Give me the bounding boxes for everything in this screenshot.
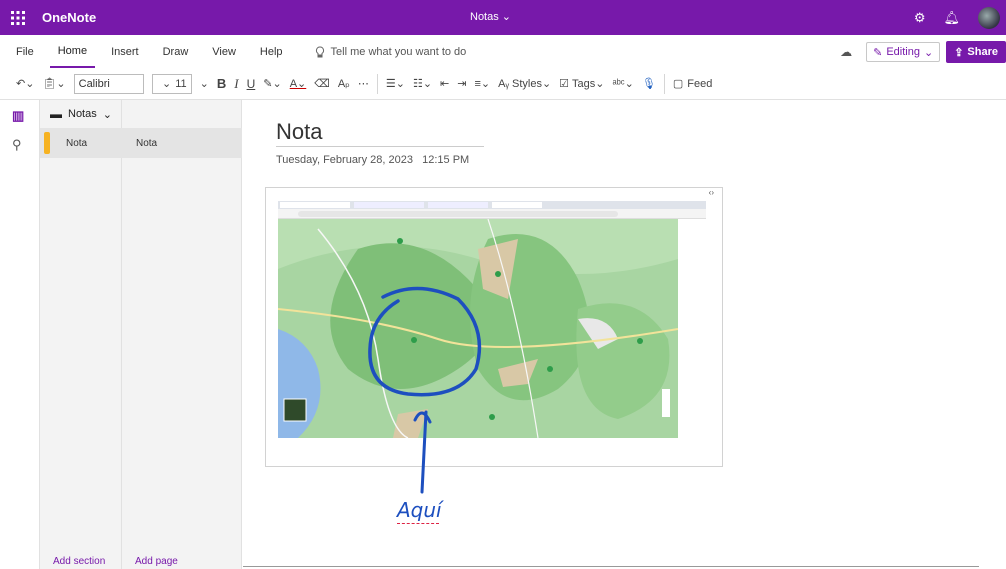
- undo-icon[interactable]: ↶⌄: [16, 77, 34, 90]
- add-section-button[interactable]: Add section: [53, 556, 105, 567]
- section-color-tab: [44, 132, 50, 154]
- pages-pane: [122, 100, 242, 569]
- map-image: [278, 219, 678, 438]
- styles-button[interactable]: Aᵧ Styles ⌄: [498, 77, 551, 91]
- outdent-icon[interactable]: ⇤: [440, 77, 449, 90]
- toolbar-separator: [663, 73, 665, 94]
- section-item[interactable]: Nota: [44, 130, 87, 156]
- notebook-title[interactable]: Notas ⌄: [470, 10, 511, 23]
- avatar[interactable]: [978, 6, 1000, 29]
- tell-me-box[interactable]: Tell me what you want to do: [315, 45, 467, 58]
- tags-button[interactable]: ☑ Tags ⌄: [559, 77, 604, 91]
- ink-arrow: [413, 410, 432, 494]
- menu-bar: File Home Insert Draw View Help Tell me …: [0, 35, 1006, 68]
- styles-label: Styles: [511, 77, 542, 90]
- chevron-down-icon: ⌄: [923, 46, 934, 59]
- page-date-text: Tuesday, February 28, 2023: [276, 154, 413, 166]
- menu-home[interactable]: Home: [49, 35, 96, 68]
- catchup-icon[interactable]: ☁: [840, 45, 852, 59]
- app-name[interactable]: OneNote: [42, 10, 96, 25]
- page-item[interactable]: Nota: [136, 130, 157, 156]
- title-bar: OneNote Notas ⌄ ⚙ 🔔︎: [0, 0, 1006, 35]
- menu-insert[interactable]: Insert: [103, 35, 147, 68]
- indent-icon[interactable]: ⇥: [457, 77, 466, 90]
- spelling-underline: [397, 521, 439, 524]
- chevron-down-icon: ⌄: [102, 108, 112, 121]
- tell-me-placeholder: Tell me what you want to do: [330, 45, 467, 58]
- ink-annotation-text: Aquí: [397, 498, 442, 522]
- bell-icon[interactable]: 🔔︎: [943, 10, 960, 26]
- text-effects-icon[interactable]: Aₚ: [338, 77, 350, 90]
- page-title[interactable]: Nota: [276, 119, 322, 145]
- share-label: Share: [967, 46, 998, 58]
- font-size-value: 11: [175, 77, 187, 90]
- more-icon[interactable]: ⋯: [358, 77, 369, 90]
- menu-file[interactable]: File: [8, 35, 42, 68]
- feed-button[interactable]: ▢ Feed: [673, 77, 713, 91]
- mic-icon[interactable]: 🎙︎: [642, 77, 656, 90]
- pencil-icon: ✎: [873, 46, 883, 59]
- dropdown-icon[interactable]: ⌄: [200, 77, 209, 90]
- waffle-icon[interactable]: [0, 0, 36, 35]
- page-bottom-divider: [243, 566, 979, 567]
- highlighter-icon[interactable]: ✎⌄: [263, 77, 281, 90]
- page-time-text: 12:15 PM: [422, 154, 470, 166]
- notebooks-icon[interactable]: ▥: [12, 108, 24, 124]
- page-name: Nota: [136, 137, 158, 149]
- menu-draw[interactable]: Draw: [155, 35, 197, 68]
- browser-url-bar: [278, 209, 706, 219]
- toolbar-separator: [376, 73, 378, 94]
- menu-view[interactable]: View: [204, 35, 244, 68]
- spelling-icon[interactable]: ᵃᵇᶜ⌄: [613, 77, 634, 90]
- font-size-box[interactable]: ⌄ 11: [151, 73, 192, 94]
- editing-label: Editing: [886, 46, 920, 58]
- clear-format-icon[interactable]: ⌫: [314, 77, 330, 90]
- bullets-icon[interactable]: ☰⌄: [386, 77, 405, 90]
- lightbulb-icon: [315, 45, 324, 57]
- numbering-icon[interactable]: ☷⌄: [413, 77, 432, 90]
- clipboard-icon[interactable]: 📋︎⌄: [42, 77, 65, 90]
- bold-button[interactable]: B: [217, 76, 226, 91]
- section-name: Nota: [66, 137, 88, 149]
- editing-button[interactable]: ✎ Editing ⌄: [866, 42, 941, 62]
- share-icon: ⇪: [954, 46, 964, 59]
- tags-label: Tags: [572, 77, 596, 90]
- notebook-name: Notas: [68, 108, 97, 120]
- menu-help[interactable]: Help: [252, 35, 291, 68]
- italic-button[interactable]: I: [234, 76, 238, 92]
- search-icon[interactable]: ⚲: [12, 137, 22, 153]
- notebook-header[interactable]: ▬ Notas ⌄: [40, 100, 242, 128]
- underline-button[interactable]: U: [247, 77, 256, 91]
- sections-pane: [40, 100, 122, 569]
- share-button[interactable]: ⇪ Share: [946, 41, 1006, 63]
- feed-label: Feed: [687, 77, 713, 90]
- left-nav-rail: ▥ ⚲: [0, 100, 40, 569]
- resize-handle-icon[interactable]: ‹›: [709, 188, 714, 197]
- settings-icon[interactable]: ⚙: [914, 10, 926, 26]
- font-color-icon[interactable]: A⌄: [290, 77, 307, 90]
- add-page-button[interactable]: Add page: [135, 556, 178, 567]
- title-underline: [276, 146, 484, 147]
- font-name-box[interactable]: Calibri: [73, 73, 144, 94]
- notebook-icon: ▬: [50, 107, 62, 121]
- ribbon-toolbar: ↶⌄ 📋︎⌄ Calibri ⌄ 11 ⌄ B I U ✎⌄ A⌄ ⌫ Aₚ ⋯ …: [0, 68, 1006, 100]
- align-icon[interactable]: ≡⌄: [474, 77, 490, 90]
- embedded-screenshot[interactable]: ‹›: [265, 187, 723, 467]
- page-date: Tuesday, February 28, 2023 12:15 PM: [276, 154, 469, 166]
- browser-tab-strip: [278, 201, 706, 209]
